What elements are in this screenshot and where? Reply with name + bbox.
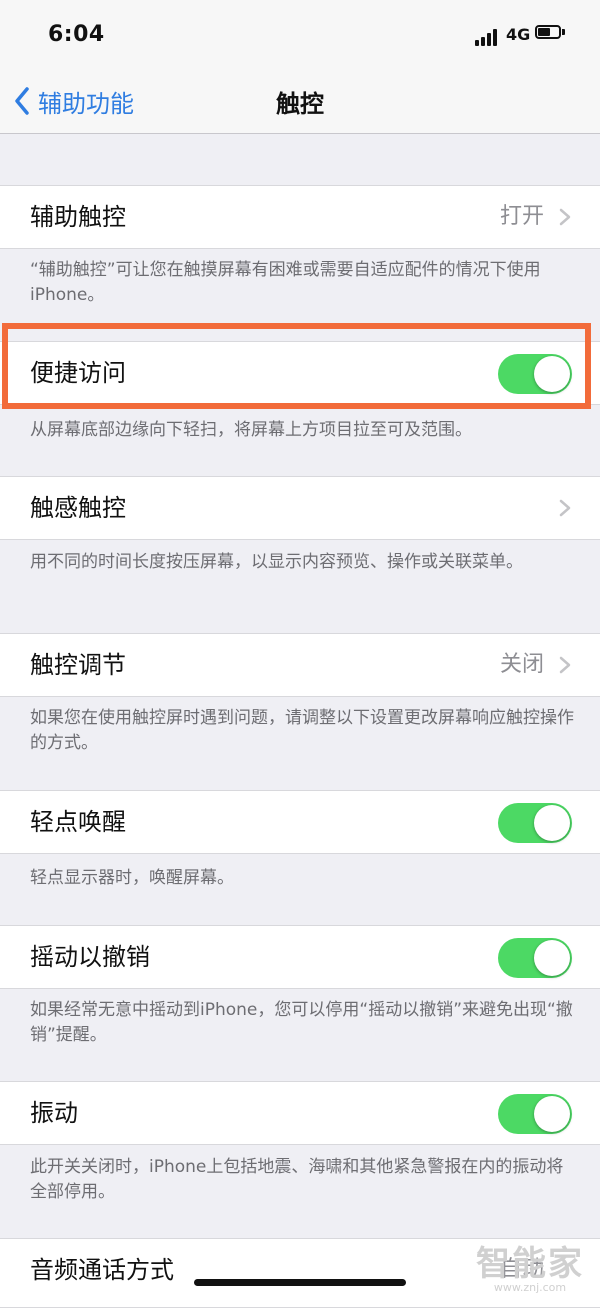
row-label: 触感触控	[30, 494, 126, 522]
row-footer: 如果经常无意中摇动到iPhone，您可以停用“摇动以撤销”来避免出现“撤销”提醒…	[30, 1000, 573, 1045]
row-footer: 用不同的时间长度按压屏幕，以显示内容预览、操作或关联菜单。	[30, 552, 523, 572]
row-footer: 从屏幕底部边缘向下轻扫，将屏幕上方项目拉至可及范围。	[30, 420, 472, 440]
row-label: 振动	[30, 1099, 78, 1127]
chevron-right-icon	[559, 208, 571, 226]
row-footer: 如果您在使用触控屏时遇到问题，请调整以下设置更改屏幕响应触控操作的方式。	[30, 708, 574, 753]
toggle-knob	[534, 940, 570, 976]
toggle-knob	[534, 1096, 570, 1132]
row-shake-to-undo: 摇动以撤销	[0, 925, 600, 989]
status-time: 6:04	[48, 22, 105, 47]
row-footer: “辅助触控”可让您在触摸屏幕有困难或需要自适应配件的情况下使用iPhone。	[30, 260, 541, 305]
row-assistive-touch[interactable]: 辅助触控 打开	[0, 185, 600, 249]
chevron-right-icon	[559, 499, 571, 517]
status-bar: 6:04 4G	[0, 0, 600, 70]
row-label: 触控调节	[30, 651, 126, 679]
row-footer: 此开关关闭时，iPhone上包括地震、海啸和其他紧急警报在内的振动将全部停用。	[30, 1157, 564, 1202]
row-touch-accommodations[interactable]: 触控调节 关闭	[0, 633, 600, 697]
page-title: 触控	[276, 90, 324, 118]
cellular-signal-icon	[475, 28, 501, 46]
home-indicator[interactable]	[194, 1279, 406, 1286]
toggle-knob	[534, 805, 570, 841]
watermark-text: 智能家	[476, 1244, 584, 1284]
row-footer: 轻点显示器时，唤醒屏幕。	[30, 868, 234, 888]
row-value: 关闭	[499, 652, 544, 677]
row-tap-to-wake: 轻点唤醒	[0, 790, 600, 854]
row-label: 摇动以撤销	[30, 943, 150, 971]
watermark-logo: 智能家 www.znj.com	[476, 1236, 584, 1294]
battery-icon	[535, 25, 565, 41]
row-label: 辅助触控	[30, 203, 126, 231]
row-haptic-touch[interactable]: 触感触控	[0, 476, 600, 540]
row-label: 轻点唤醒	[30, 808, 126, 836]
row-label: 音频通话方式	[30, 1256, 174, 1284]
shake-to-undo-toggle[interactable]	[498, 938, 572, 978]
chevron-right-icon	[559, 656, 571, 674]
vibration-toggle[interactable]	[498, 1094, 572, 1134]
highlight-box	[2, 323, 591, 409]
navigation-bar: 辅助功能 触控	[0, 70, 600, 134]
row-value: 打开	[499, 204, 544, 229]
tap-to-wake-toggle[interactable]	[498, 803, 572, 843]
network-type: 4G	[506, 25, 531, 44]
row-vibration: 振动	[0, 1081, 600, 1145]
